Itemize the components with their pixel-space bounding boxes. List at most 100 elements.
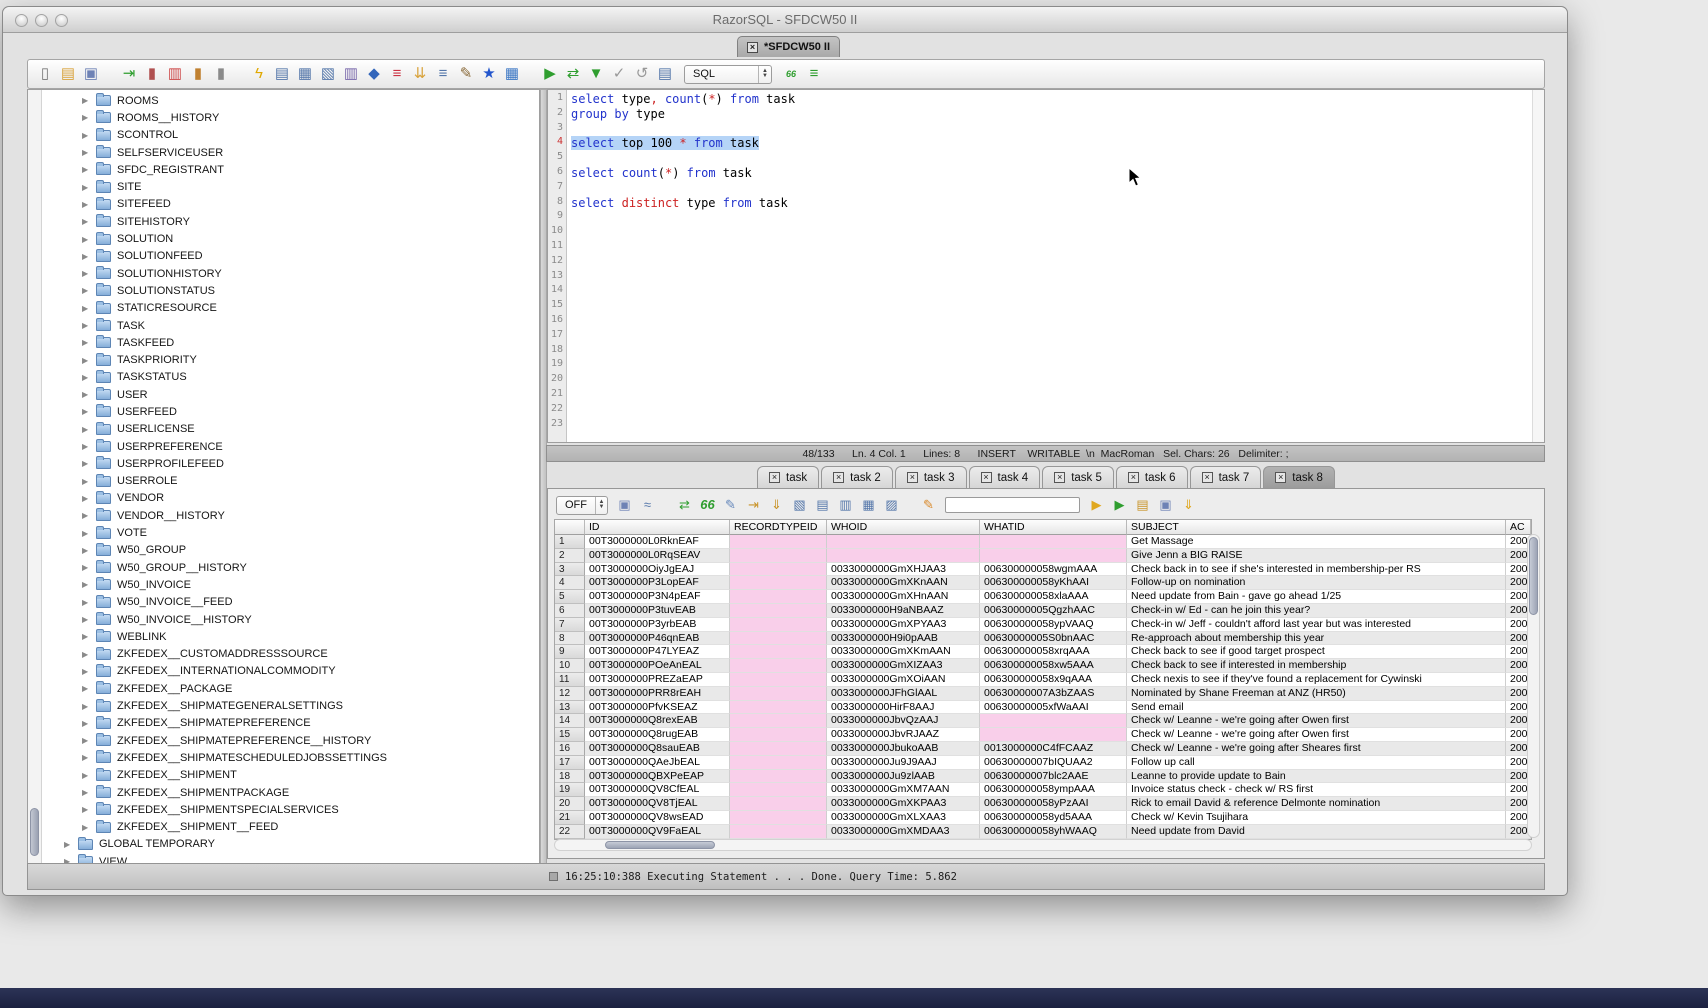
cell-id[interactable]: 00T3000000P3N4pEAF: [585, 590, 730, 604]
cell-whoid[interactable]: 0033000000JbukoAAB: [827, 742, 980, 756]
cell-subject[interactable]: Check w/ Leanne - we're going after Shea…: [1127, 742, 1506, 756]
cell-whoid[interactable]: [827, 535, 980, 549]
header-cell-id[interactable]: ID: [585, 520, 730, 535]
disclosure-triangle-icon[interactable]: ▶: [82, 113, 96, 122]
cell-subject[interactable]: Check back to see if interested in membe…: [1127, 659, 1506, 673]
tree-item[interactable]: ▶VENDOR: [42, 490, 539, 507]
table-row[interactable]: 500T3000000P3N4pEAF0033000000GmXHnAAN006…: [555, 590, 1531, 604]
tree-item[interactable]: ▶ZKFEDEX__INTERNATIONALCOMMODITY: [42, 663, 539, 680]
cell-recordtypeid[interactable]: [730, 728, 827, 742]
cell-subject[interactable]: Leanne to provide update to Bain: [1127, 770, 1506, 784]
grid-horizontal-scrollbar[interactable]: [554, 839, 1532, 851]
format-sql-icon[interactable]: ✎: [456, 64, 476, 84]
tab-close-icon[interactable]: ×: [1054, 472, 1065, 483]
disclosure-triangle-icon[interactable]: ▶: [82, 338, 96, 347]
disclosure-triangle-icon[interactable]: ▶: [82, 667, 96, 676]
cell-whoid[interactable]: 0033000000GmXKmAAN: [827, 645, 980, 659]
tree-item[interactable]: ▶TASKPRIORITY: [42, 351, 539, 368]
reload-grid-icon[interactable]: ▧: [789, 496, 810, 515]
disclosure-triangle-icon[interactable]: ▶: [82, 321, 96, 330]
table-row[interactable]: 1700T3000000QAeJbEAL0033000000Ju9J9AAJ00…: [555, 756, 1531, 770]
header-cell-ac[interactable]: AC: [1506, 520, 1531, 535]
cell-recordtypeid[interactable]: [730, 604, 827, 618]
cell-whoid[interactable]: 0033000000GmXM7AAN: [827, 783, 980, 797]
disclosure-triangle-icon[interactable]: ▶: [82, 304, 96, 313]
tab-close-icon[interactable]: ×: [907, 472, 918, 483]
table-wizard-icon[interactable]: ▦: [502, 64, 522, 84]
document-tab[interactable]: × *SFDCW50 II: [737, 36, 840, 57]
tree-item[interactable]: ▶STATICRESOURCE: [42, 300, 539, 317]
explain-plan-icon[interactable]: 66: [781, 64, 801, 84]
zoom-window-icon[interactable]: [55, 14, 68, 27]
cell-id[interactable]: 00T3000000QV8TjEAL: [585, 797, 730, 811]
cell-whoid[interactable]: 0033000000GmXHnAAN: [827, 590, 980, 604]
cell-whatid[interactable]: 00630000005xfWaAAI: [980, 701, 1127, 715]
cell-whoid[interactable]: 0033000000Ju9J9AAJ: [827, 756, 980, 770]
cell-id[interactable]: 00T3000000QV8wsEAD: [585, 811, 730, 825]
tree-item[interactable]: ▶USERLICENSE: [42, 421, 539, 438]
cell-subject[interactable]: Check back to see if good target prospec…: [1127, 645, 1506, 659]
tree-item[interactable]: ▶USERPREFERENCE: [42, 438, 539, 455]
cell-whoid[interactable]: 0033000000GmXKPAA3: [827, 797, 980, 811]
cell-whoid[interactable]: 0033000000GmXLXAA3: [827, 811, 980, 825]
sql-mode-select[interactable]: SQL ▲▼: [684, 65, 772, 84]
cell-id[interactable]: 00T3000000L0RqSEAV: [585, 549, 730, 563]
cell-subject[interactable]: Rick to email David & reference Delmonte…: [1127, 797, 1506, 811]
tree-item[interactable]: ▶ZKFEDEX__SHIPMATEPREFERENCE__HISTORY: [42, 732, 539, 749]
cell-subject[interactable]: Check back in to see if she's interested…: [1127, 563, 1506, 577]
tab-close-icon[interactable]: ×: [1275, 472, 1286, 483]
tree-item[interactable]: ▶ZKFEDEX__SHIPMATEPREFERENCE: [42, 715, 539, 732]
tree-item[interactable]: ▶USERROLE: [42, 473, 539, 490]
save-grid-icon[interactable]: ▣: [1155, 496, 1176, 515]
cell-id[interactable]: 00T3000000QV8CfEAL: [585, 783, 730, 797]
tree-item[interactable]: ▶USER: [42, 386, 539, 403]
new-file-icon[interactable]: ▯: [35, 64, 55, 84]
filter-results-icon[interactable]: ≈: [637, 496, 658, 515]
cell-whoid[interactable]: 0033000000H9i0pAAB: [827, 632, 980, 646]
tree-item[interactable]: ▶SOLUTIONSTATUS: [42, 282, 539, 299]
tree-item[interactable]: ▶ZKFEDEX__SHIPMATESCHEDULEDJOBSSETTINGS: [42, 749, 539, 766]
cell-id[interactable]: 00T3000000P3tuvEAB: [585, 604, 730, 618]
cell-whatid[interactable]: 00630000007A3bZAAS: [980, 687, 1127, 701]
export-tool-icon[interactable]: ▥: [341, 64, 361, 84]
insert-row-icon[interactable]: ⇥: [743, 496, 764, 515]
cell-id[interactable]: 00T3000000Q8rugEAB: [585, 728, 730, 742]
table-row[interactable]: 1300T3000000PfvKSEAZ0033000000HirF8AAJ00…: [555, 701, 1531, 715]
cell-whatid[interactable]: 006300000058yhWAAQ: [980, 825, 1127, 839]
database-object-icon[interactable]: ▮: [211, 64, 231, 84]
disclosure-triangle-icon[interactable]: ▶: [82, 96, 96, 105]
tree-item[interactable]: ▶W50_INVOICE: [42, 576, 539, 593]
result-tab-task-3[interactable]: ×task 3: [895, 466, 967, 488]
cell-recordtypeid[interactable]: [730, 742, 827, 756]
cell-whatid[interactable]: 00630000005QgzhAAC: [980, 604, 1127, 618]
title-bar[interactable]: RazorSQL - SFDCW50 II: [3, 7, 1567, 33]
cell-whatid[interactable]: [980, 535, 1127, 549]
messages-list-icon[interactable]: ≡: [804, 64, 824, 84]
result-tab-task-6[interactable]: ×task 6: [1116, 466, 1188, 488]
cell-id[interactable]: 00T3000000POeAnEAL: [585, 659, 730, 673]
query-builder-icon[interactable]: ▤: [272, 64, 292, 84]
editor-text-area[interactable]: select type, count(*) from taskgroup by …: [567, 90, 1532, 442]
tab-close-icon[interactable]: ×: [747, 42, 758, 53]
disclosure-triangle-icon[interactable]: ▶: [82, 459, 96, 468]
tree-item[interactable]: ▶VENDOR__HISTORY: [42, 507, 539, 524]
edit-row-icon[interactable]: ✎: [720, 496, 741, 515]
cell-recordtypeid[interactable]: [730, 632, 827, 646]
cell-whoid[interactable]: 0033000000JFhGlAAL: [827, 687, 980, 701]
tree-item[interactable]: ▶ZKFEDEX__CUSTOMADDRESSSOURCE: [42, 646, 539, 663]
editor-scrollbar[interactable]: [1532, 90, 1544, 442]
disclosure-triangle-icon[interactable]: ▶: [82, 269, 96, 278]
tree-item[interactable]: ▶SITEFEED: [42, 196, 539, 213]
disclosure-triangle-icon[interactable]: ▶: [82, 477, 96, 486]
tree-item[interactable]: ▶W50_INVOICE__FEED: [42, 594, 539, 611]
cell-subject[interactable]: Invoice status check - check w/ RS first: [1127, 783, 1506, 797]
cell-whoid[interactable]: 0033000000GmXKnAAN: [827, 576, 980, 590]
save-results-icon[interactable]: ▣: [614, 496, 635, 515]
cell-id[interactable]: 00T3000000Q8rexEAB: [585, 714, 730, 728]
cell-subject[interactable]: Follow-up on nomination: [1127, 576, 1506, 590]
disclosure-triangle-icon[interactable]: ▶: [82, 771, 96, 780]
cell-subject[interactable]: Get Massage: [1127, 535, 1506, 549]
tab-close-icon[interactable]: ×: [833, 472, 844, 483]
cell-whoid[interactable]: 0033000000GmXPYAA3: [827, 618, 980, 632]
cell-recordtypeid[interactable]: [730, 825, 827, 839]
